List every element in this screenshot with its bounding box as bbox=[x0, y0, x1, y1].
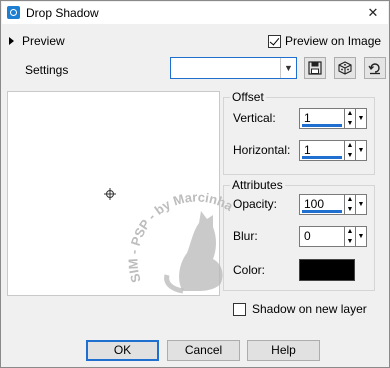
dice-icon bbox=[338, 61, 352, 75]
vertical-label: Vertical: bbox=[233, 111, 276, 125]
settings-combo[interactable]: ▼ bbox=[170, 57, 297, 79]
opacity-field[interactable]: 100 bbox=[299, 194, 345, 215]
window-title: Drop Shadow bbox=[26, 6, 99, 20]
blur-label: Blur: bbox=[233, 229, 258, 243]
opacity-dropdown-arrow-icon[interactable]: ▼ bbox=[356, 194, 367, 215]
down-arrow-icon[interactable]: ▼ bbox=[345, 119, 355, 129]
attributes-group-title: Attributes bbox=[230, 178, 285, 192]
color-swatch[interactable] bbox=[299, 259, 355, 281]
offset-group-title: Offset bbox=[230, 90, 266, 104]
preview-on-image-label: Preview on Image bbox=[285, 34, 382, 48]
help-button[interactable]: Help bbox=[247, 340, 320, 361]
ok-button[interactable]: OK bbox=[86, 340, 159, 361]
blur-spinner[interactable]: 0 ▲ ▼ ▼ bbox=[299, 226, 367, 247]
horizontal-stepper[interactable]: ▲ ▼ bbox=[345, 140, 356, 161]
cancel-button[interactable]: Cancel bbox=[167, 340, 240, 361]
horizontal-field[interactable]: 1 bbox=[299, 140, 345, 161]
up-arrow-icon[interactable]: ▲ bbox=[345, 109, 355, 119]
reset-button[interactable] bbox=[364, 57, 386, 79]
chevron-down-icon[interactable]: ▼ bbox=[280, 58, 296, 78]
title-bar: Drop Shadow ✕ bbox=[2, 2, 388, 24]
horizontal-spinner[interactable]: 1 ▲ ▼ ▼ bbox=[299, 140, 367, 161]
opacity-stepper[interactable]: ▲ ▼ bbox=[345, 194, 356, 215]
horizontal-dropdown-arrow-icon[interactable]: ▼ bbox=[356, 140, 367, 161]
vertical-spinner[interactable]: 1 ▲ ▼ ▼ bbox=[299, 108, 367, 129]
preview-label: Preview bbox=[22, 34, 65, 48]
checkbox-unchecked-icon[interactable] bbox=[233, 302, 246, 316]
horizontal-label: Horizontal: bbox=[233, 143, 291, 157]
up-arrow-icon[interactable]: ▲ bbox=[345, 141, 355, 151]
vertical-stepper[interactable]: ▲ ▼ bbox=[345, 108, 356, 129]
down-arrow-icon[interactable]: ▼ bbox=[345, 205, 355, 215]
navigator-crosshair-icon[interactable] bbox=[104, 188, 116, 200]
randomize-button[interactable] bbox=[334, 57, 356, 79]
color-label: Color: bbox=[233, 263, 266, 277]
blur-stepper[interactable]: ▲ ▼ bbox=[345, 226, 356, 247]
checkbox-checked-icon[interactable] bbox=[268, 34, 281, 48]
up-arrow-icon[interactable]: ▲ bbox=[345, 227, 355, 237]
down-arrow-icon[interactable]: ▼ bbox=[345, 237, 355, 247]
expand-triangle-icon bbox=[9, 37, 14, 45]
vertical-dropdown-arrow-icon[interactable]: ▼ bbox=[356, 108, 367, 129]
reset-icon bbox=[368, 63, 380, 75]
down-arrow-icon[interactable]: ▼ bbox=[345, 151, 355, 161]
opacity-label: Opacity: bbox=[233, 197, 278, 211]
shadow-on-new-layer-checkbox[interactable]: Shadow on new layer bbox=[233, 302, 367, 316]
preview-toggle[interactable]: Preview bbox=[9, 34, 65, 48]
drop-shadow-dialog: Drop Shadow ✕ Preview Preview on Image S… bbox=[0, 0, 390, 368]
app-icon bbox=[7, 6, 20, 19]
close-button[interactable]: ✕ bbox=[364, 4, 382, 22]
opacity-spinner[interactable]: 100 ▲ ▼ ▼ bbox=[299, 194, 367, 215]
vertical-field[interactable]: 1 bbox=[299, 108, 345, 129]
up-arrow-icon[interactable]: ▲ bbox=[345, 195, 355, 205]
blur-dropdown-arrow-icon[interactable]: ▼ bbox=[356, 226, 367, 247]
floppy-disk-icon bbox=[308, 61, 322, 75]
save-preset-button[interactable] bbox=[304, 57, 326, 79]
settings-label: Settings bbox=[25, 63, 69, 77]
shadow-on-new-layer-label: Shadow on new layer bbox=[252, 302, 367, 316]
blur-field[interactable]: 0 bbox=[299, 226, 345, 247]
preview-pane[interactable] bbox=[7, 91, 220, 296]
preview-on-image-checkbox[interactable]: Preview on Image bbox=[268, 34, 381, 48]
